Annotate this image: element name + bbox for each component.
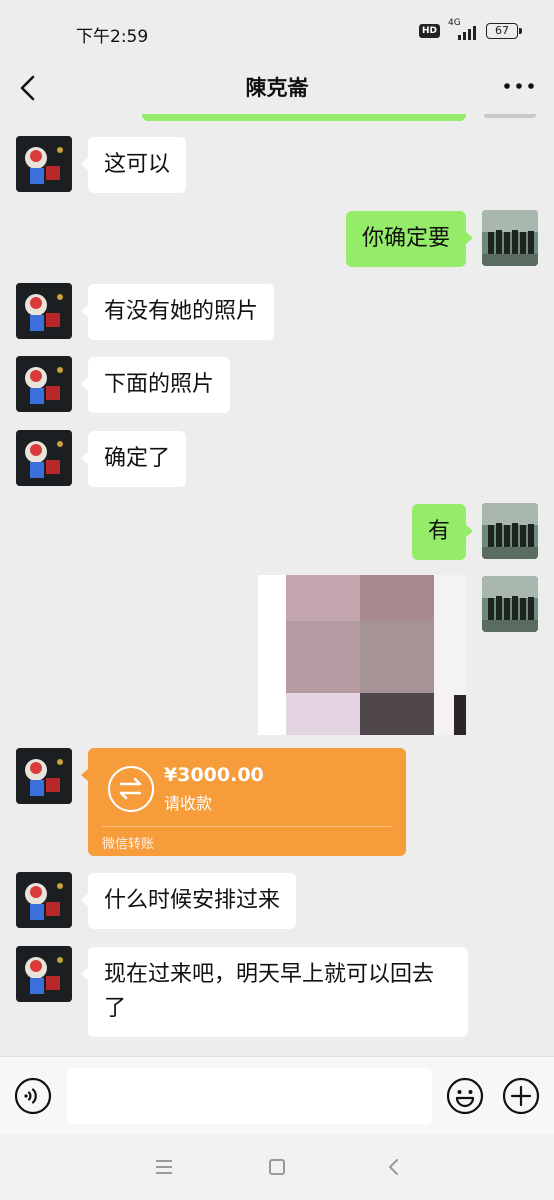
voice-icon <box>14 1077 52 1115</box>
more-functions-button[interactable] <box>502 1077 540 1115</box>
my-avatar[interactable] <box>482 503 538 559</box>
battery-icon: 67 <box>486 23 522 39</box>
transfer-card[interactable]: ¥3000.00 请收款 微信转账 <box>81 748 406 856</box>
transfer-amount: ¥3000.00 <box>164 764 264 786</box>
transfer-divider <box>102 826 392 827</box>
plus-icon <box>502 1077 540 1115</box>
status-bar: 下午2:59 HD 4G 67 <box>0 0 554 62</box>
emoji-button[interactable] <box>446 1077 484 1115</box>
contact-avatar[interactable] <box>16 283 72 339</box>
contact-avatar[interactable] <box>16 946 72 1002</box>
transfer-status: 请收款 <box>164 794 213 813</box>
previous-message-edge <box>142 114 466 121</box>
emoji-icon <box>446 1077 484 1115</box>
my-avatar[interactable] <box>482 210 538 266</box>
voice-button[interactable] <box>14 1077 52 1115</box>
more-button[interactable] <box>502 76 536 96</box>
status-indicators: HD 4G 67 <box>418 18 522 40</box>
transfer-label: 微信转账 <box>102 837 155 852</box>
received-message[interactable]: 现在过来吧，明天早上就可以回去了 <box>81 947 468 1037</box>
my-avatar[interactable] <box>482 576 538 632</box>
back-icon <box>389 1159 398 1175</box>
image-message[interactable] <box>258 575 466 735</box>
more-dots-icon <box>504 83 534 89</box>
received-message[interactable]: 这可以 <box>80 137 187 193</box>
received-message[interactable]: 什么时候安排过来 <box>80 873 297 929</box>
message-input[interactable] <box>67 1068 432 1124</box>
input-bar <box>0 1056 554 1134</box>
hd-badge: HD <box>418 24 440 38</box>
home-button[interactable] <box>263 1154 291 1180</box>
home-icon <box>269 1159 285 1175</box>
contact-avatar[interactable] <box>16 872 72 928</box>
system-back-button[interactable] <box>380 1154 408 1180</box>
sent-message[interactable]: 有 <box>411 504 474 560</box>
previous-avatar-edge <box>484 114 536 118</box>
contact-avatar[interactable] <box>16 430 72 486</box>
menu-icon <box>156 1160 172 1174</box>
contact-avatar[interactable] <box>16 356 72 412</box>
signal-icon: 4G <box>448 18 478 40</box>
chat-title: 陳克崙 <box>245 76 309 100</box>
contact-avatar[interactable] <box>16 136 72 192</box>
received-message[interactable]: 有没有她的照片 <box>80 284 275 340</box>
status-time: 下午2:59 <box>76 27 149 47</box>
battery-level: 67 <box>495 24 509 37</box>
received-message[interactable]: 确定了 <box>80 431 187 487</box>
transfer-icon <box>108 766 154 812</box>
sent-message[interactable]: 你确定要 <box>345 211 474 267</box>
received-message[interactable]: 下面的照片 <box>80 357 231 413</box>
chat-header: 陳克崙 <box>0 62 554 114</box>
system-navigation-bar <box>0 1134 554 1200</box>
recent-apps-button[interactable] <box>150 1154 178 1180</box>
contact-avatar[interactable] <box>16 748 72 804</box>
